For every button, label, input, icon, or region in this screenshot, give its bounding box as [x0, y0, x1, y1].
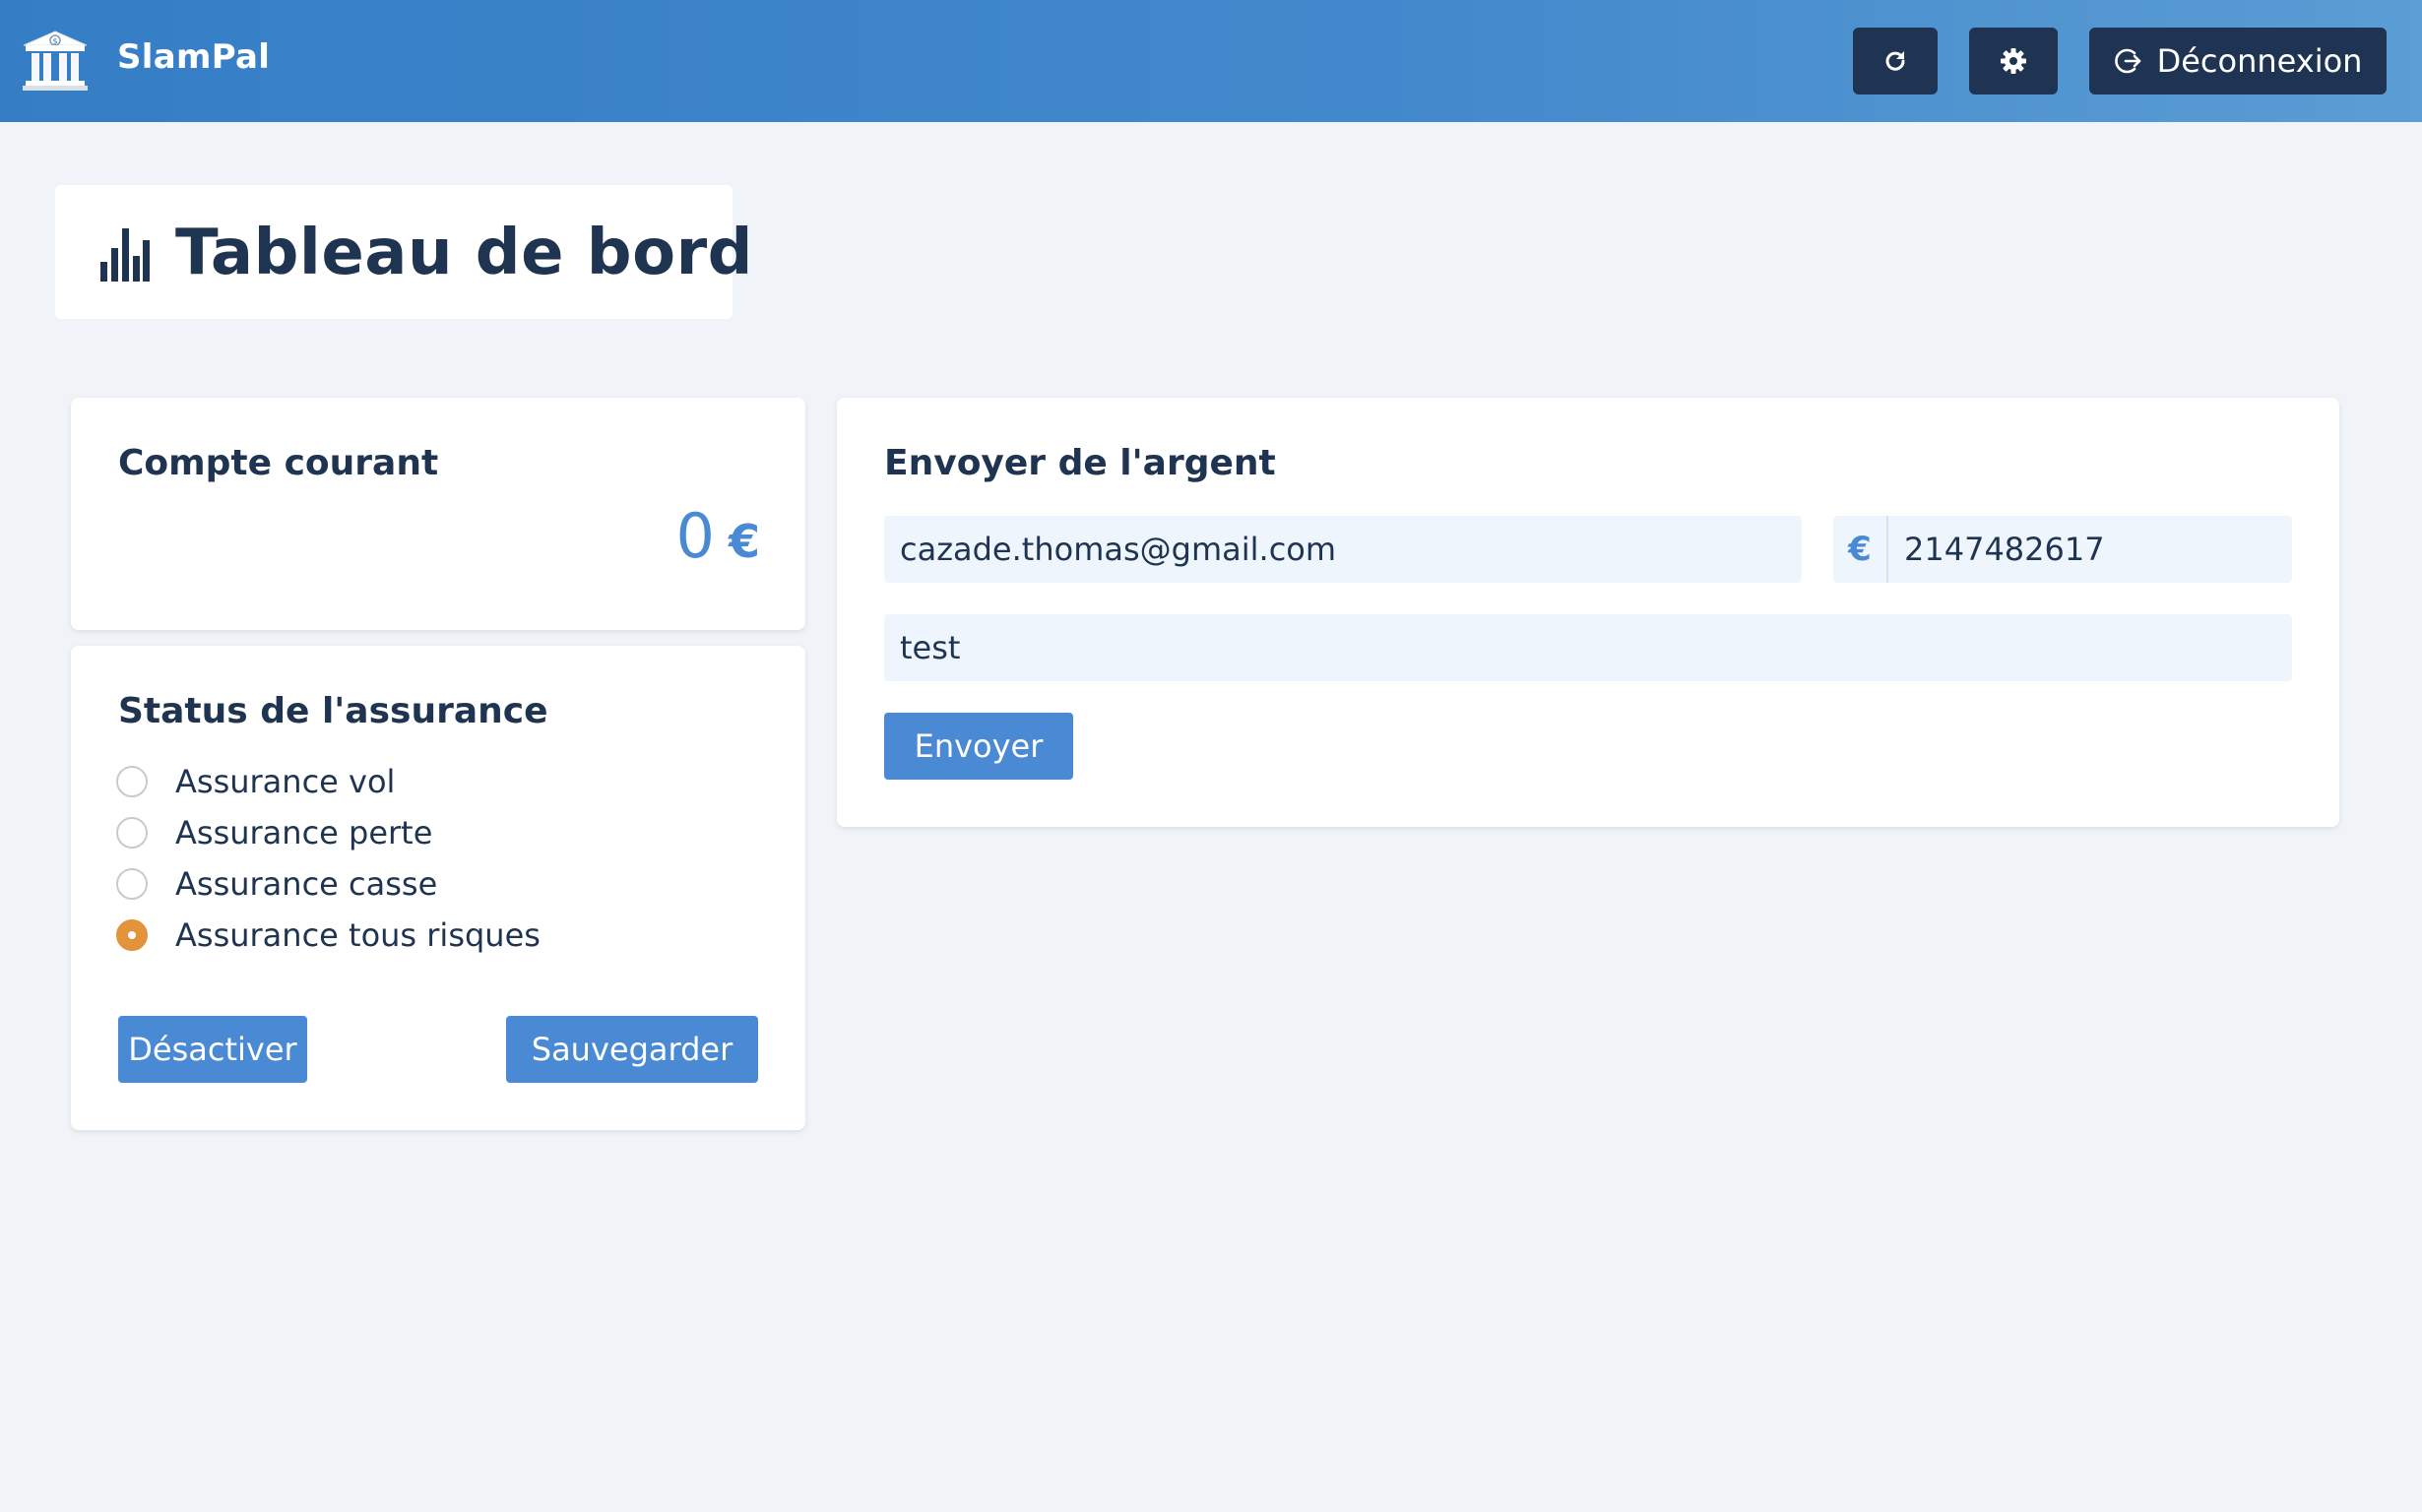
bar-chart-icon — [100, 228, 150, 282]
insurance-heading: Status de l'assurance — [118, 691, 548, 731]
account-balance: 0 € — [676, 500, 760, 572]
recipient-email-input[interactable] — [884, 516, 1802, 583]
top-navbar: $ SlamPal Déconnexion — [0, 0, 2422, 122]
radio-label: Assurance casse — [175, 865, 438, 903]
save-button[interactable]: Sauvegarder — [506, 1016, 758, 1083]
radio-option-perte[interactable]: Assurance perte — [116, 811, 432, 854]
radio-option-vol[interactable]: Assurance vol — [116, 760, 395, 803]
message-field — [884, 614, 2292, 681]
app-name: SlamPal — [117, 37, 271, 77]
send-button[interactable]: Envoyer — [884, 713, 1073, 780]
balance-amount: 0 — [675, 500, 715, 572]
bank-icon: $ — [23, 31, 88, 91]
radio-option-casse[interactable]: Assurance casse — [116, 862, 437, 906]
logout-label: Déconnexion — [2156, 42, 2363, 80]
radio-button[interactable] — [116, 766, 148, 797]
radio-button-selected[interactable] — [116, 919, 148, 951]
radio-label: Assurance tous risques — [175, 916, 541, 954]
insurance-status-card: Status de l'assurance Assurance vol Assu… — [71, 646, 805, 1130]
settings-button[interactable] — [1969, 28, 2058, 94]
page-title: Tableau de bord — [175, 217, 753, 289]
account-heading: Compte courant — [118, 443, 439, 483]
svg-text:$: $ — [52, 37, 57, 46]
logout-icon — [2114, 48, 2140, 74]
balance-currency: € — [728, 515, 760, 568]
amount-input[interactable] — [1888, 516, 2292, 583]
deactivate-button[interactable]: Désactiver — [118, 1016, 307, 1083]
logout-button[interactable]: Déconnexion — [2089, 28, 2387, 94]
refresh-icon — [1885, 51, 1905, 71]
radio-button[interactable] — [116, 868, 148, 900]
account-balance-card: Compte courant 0 € — [71, 398, 805, 630]
page-title-card: Tableau de bord — [55, 185, 752, 319]
message-input[interactable] — [884, 614, 2292, 681]
radio-option-tous-risques[interactable]: Assurance tous risques — [116, 914, 541, 957]
recipient-email-field — [884, 516, 1802, 583]
radio-button[interactable] — [116, 817, 148, 849]
radio-label: Assurance vol — [175, 763, 396, 800]
send-money-heading: Envoyer de l'argent — [884, 443, 1276, 483]
radio-label: Assurance perte — [175, 814, 433, 851]
euro-icon: € — [1833, 516, 1888, 583]
amount-field: € — [1833, 516, 2292, 583]
refresh-button[interactable] — [1853, 28, 1938, 94]
send-money-card: Envoyer de l'argent € Envoyer — [837, 398, 2339, 827]
gear-icon — [2001, 48, 2026, 74]
